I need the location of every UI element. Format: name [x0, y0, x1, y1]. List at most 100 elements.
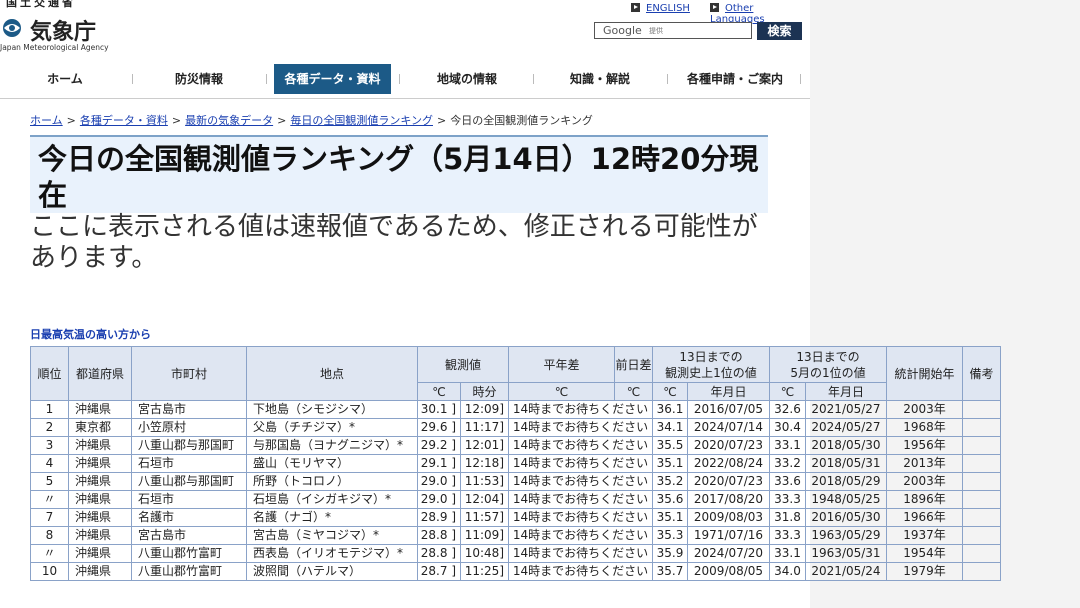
cell-historical-date: 2024/07/20 — [687, 544, 770, 563]
cell-observed-value: 29.0 ] — [417, 472, 461, 491]
nav-disaster-info[interactable]: 防災情報 — [160, 64, 238, 94]
cell-rank: 4 — [30, 454, 69, 473]
nav-divider — [533, 74, 534, 84]
cell-observed-value: 28.7 ] — [417, 562, 461, 581]
breadcrumb-home[interactable]: ホーム — [30, 114, 63, 127]
header-historical-record: 13日までの 観測史上1位の値 — [652, 346, 770, 383]
site-logo[interactable]: 気象庁 — [30, 14, 96, 46]
cell-may-date: 2024/05/27 — [805, 418, 887, 437]
cell-prefecture: 沖縄県 — [68, 436, 132, 455]
cell-prefecture: 沖縄県 — [68, 526, 132, 545]
cell-city: 名護市 — [131, 508, 247, 527]
cell-may-value: 34.0 — [769, 562, 806, 581]
cell-station: 与那国島（ヨナグニジマ）* — [246, 436, 418, 455]
cell-historical-date: 2024/07/14 — [687, 418, 770, 437]
cell-start-year: 2013年 — [886, 454, 963, 473]
nav-divider — [399, 74, 400, 84]
cell-start-year: 1896年 — [886, 490, 963, 509]
cell-normal-diff: 14時までお待ちください — [508, 508, 653, 527]
arrow-icon — [710, 3, 719, 12]
cell-remarks — [962, 526, 1001, 545]
cell-rank: 3 — [30, 436, 69, 455]
cell-rank: 5 — [30, 472, 69, 491]
nav-applications[interactable]: 各種申請・ご案内 — [680, 64, 790, 94]
breadcrumb-data[interactable]: 各種データ・資料 — [80, 114, 168, 127]
cell-observed-value: 28.8 ] — [417, 526, 461, 545]
table-row: 4 沖縄県 石垣市 盛山（モリヤマ） 29.1 ] 12:18] 14時までお待ちください 3… — [30, 454, 1001, 473]
cell-historical-date: 2022/08/24 — [687, 454, 770, 473]
search-input[interactable]: Google 提供 — [594, 22, 752, 39]
cell-historical-value: 36.1 — [652, 400, 688, 419]
cell-may-date: 2016/05/30 — [805, 508, 887, 527]
cell-station: 盛山（モリヤマ） — [246, 454, 418, 473]
header-remarks: 備考 — [962, 346, 1001, 401]
cell-start-year: 1956年 — [886, 436, 963, 455]
cell-normal-diff: 14時までお待ちください — [508, 400, 653, 419]
cell-station: 石垣島（イシガキジマ）* — [246, 490, 418, 509]
nav-home[interactable]: ホーム — [30, 64, 100, 94]
nav-regional-info[interactable]: 地域の情報 — [428, 64, 506, 94]
arrow-icon — [631, 3, 640, 12]
search-button[interactable]: 検索 — [757, 22, 802, 40]
search-provided-label: 提供 — [649, 27, 663, 35]
cell-prefecture: 東京都 — [68, 418, 132, 437]
cell-prefecture: 沖縄県 — [68, 490, 132, 509]
cell-rank: 〃 — [30, 544, 69, 563]
cell-historical-date: 2009/08/03 — [687, 508, 770, 527]
header-may-record: 13日までの 5月の1位の値 — [769, 346, 887, 383]
cell-normal-diff: 14時までお待ちください — [508, 562, 653, 581]
cell-historical-date: 2017/08/20 — [687, 490, 770, 509]
cell-remarks — [962, 418, 1001, 437]
table-row: 〃沖縄県 八重山郡竹富町 西表島（イリオモテジマ）* 28.8 ] 10:48] 14時ま… — [30, 544, 1001, 563]
cell-observed-time: 11:57] — [460, 508, 509, 527]
cell-may-date: 1963/05/29 — [805, 526, 887, 545]
cell-historical-value: 35.9 — [652, 544, 688, 563]
subheader-may-date: 年月日 — [805, 382, 887, 401]
cell-observed-time: 11:09] — [460, 526, 509, 545]
cell-may-value: 33.1 — [769, 544, 806, 563]
cell-prefecture: 沖縄県 — [68, 508, 132, 527]
table-row: 〃沖縄県 石垣市 石垣島（イシガキジマ）* 29.0 ] 12:04] 14時までお待ちく… — [30, 490, 1001, 509]
jma-emblem-icon — [3, 19, 21, 37]
cell-city: 八重山郡与那国町 — [131, 436, 247, 455]
english-link-label: ENGLISH — [646, 3, 690, 14]
english-link[interactable]: ENGLISH — [631, 3, 690, 14]
cell-remarks — [962, 562, 1001, 581]
cell-station: 名護（ナゴ）* — [246, 508, 418, 527]
cell-prefecture: 沖縄県 — [68, 562, 132, 581]
cell-may-value: 33.6 — [769, 472, 806, 491]
cell-city: 石垣市 — [131, 490, 247, 509]
cell-normal-diff: 14時までお待ちください — [508, 454, 653, 473]
page-title-box: 今日の全国観測値ランキング（5月14日）12時20分現在 — [30, 135, 768, 213]
cell-rank: 8 — [30, 526, 69, 545]
cell-rank: 2 — [30, 418, 69, 437]
nav-divider — [266, 74, 267, 84]
nav-data-materials[interactable]: 各種データ・資料 — [274, 64, 391, 94]
cell-historical-date: 2009/08/05 — [687, 562, 770, 581]
header-station: 地点 — [246, 346, 418, 401]
cell-city: 小笠原村 — [131, 418, 247, 437]
global-nav: ホーム 防災情報 各種データ・資料 地域の情報 知識・解説 各種申請・ご案内 — [0, 64, 810, 99]
cell-observed-value: 29.2 ] — [417, 436, 461, 455]
nav-knowledge[interactable]: 知識・解説 — [561, 64, 639, 94]
table-row: 8 沖縄県 宮古島市 宮古島（ミヤコジマ）* 28.8 ] 11:09] 14時までお待ちく… — [30, 526, 1001, 545]
cell-normal-diff: 14時までお待ちください — [508, 526, 653, 545]
cell-city: 宮古島市 — [131, 400, 247, 419]
cell-may-date: 2018/05/31 — [805, 454, 887, 473]
cell-observed-value: 29.0 ] — [417, 490, 461, 509]
search-google-logo: Google — [603, 24, 642, 37]
table-row: 7 沖縄県 名護市 名護（ナゴ）* 28.9 ] 11:57] 14時までお待ちください 35… — [30, 508, 1001, 527]
cell-historical-value: 35.5 — [652, 436, 688, 455]
cell-observed-value: 28.8 ] — [417, 544, 461, 563]
cell-prefecture: 沖縄県 — [68, 472, 132, 491]
cell-may-date: 2018/05/29 — [805, 472, 887, 491]
breadcrumb-latest-data[interactable]: 最新の気象データ — [185, 114, 273, 127]
breadcrumb-daily-ranking[interactable]: 毎日の全国観測値ランキング — [290, 114, 433, 127]
cell-observed-value: 29.6 ] — [417, 418, 461, 437]
cell-may-value: 33.2 — [769, 454, 806, 473]
cell-station: 波照間（ハテルマ） — [246, 562, 418, 581]
subheader-prev-c: ℃ — [614, 382, 653, 401]
cell-historical-value: 35.1 — [652, 508, 688, 527]
cell-historical-date: 2020/07/23 — [687, 472, 770, 491]
cell-may-date: 2021/05/24 — [805, 562, 887, 581]
